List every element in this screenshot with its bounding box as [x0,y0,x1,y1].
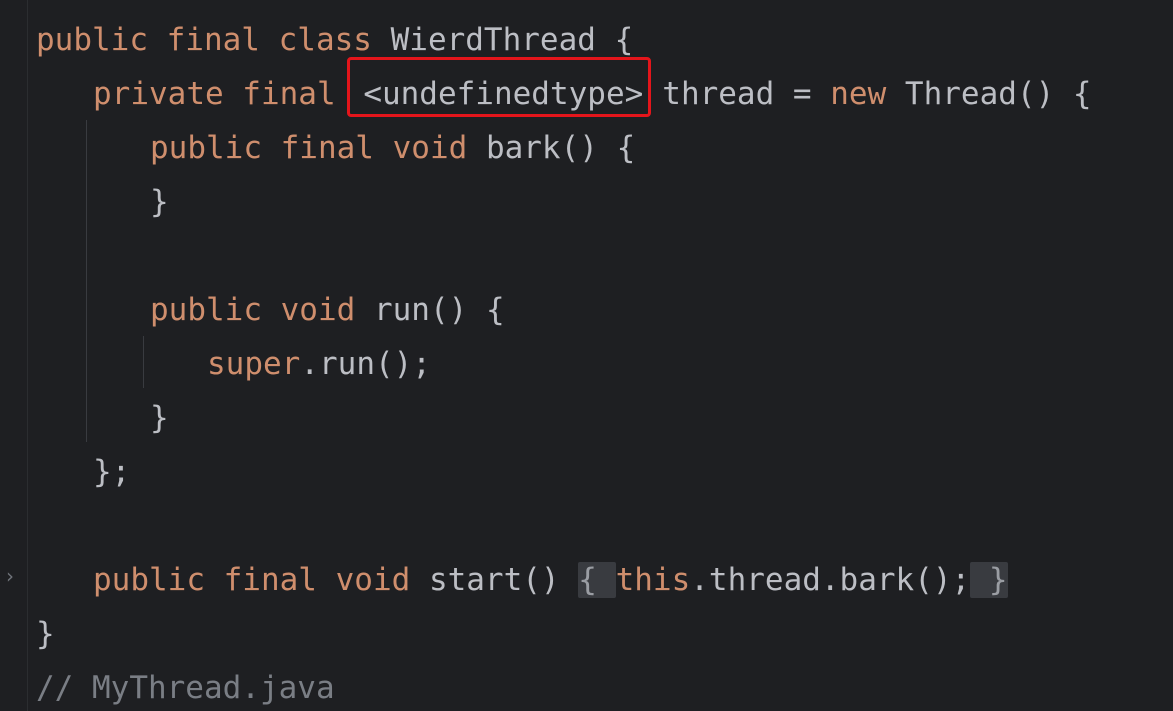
code-line[interactable]: public final class WierdThread { [36,20,633,60]
keyword: private final [93,76,336,112]
code-text: } [36,616,55,652]
keyword: this [615,562,691,598]
code-text: run() { [355,292,505,328]
code-text: .thread.bark(); [690,562,971,598]
keyword: public final void [150,130,468,166]
code-line[interactable]: }; [93,452,130,492]
code-text: start() [410,562,579,598]
code-text: .run(); [300,346,431,382]
code-line[interactable]: } [36,614,55,654]
code-line[interactable]: } [150,182,169,222]
code-editor[interactable]: › public final class WierdThread { priva… [0,0,1173,711]
code-line[interactable]: // MyThread.java [36,668,335,708]
code-text: } [150,184,169,220]
code-line[interactable]: public final void start() { this.thread.… [93,560,1008,600]
folded-block-open[interactable]: { [578,562,616,598]
code-line[interactable]: } [150,398,169,438]
editor-gutter [0,0,28,711]
code-line[interactable]: public void run() { [150,290,505,330]
keyword: super [207,346,301,382]
indent-guide [86,120,87,442]
keyword: new [830,76,887,112]
keyword: public final class [36,22,372,58]
code-text: } [150,400,169,436]
code-text: WierdThread { [371,22,634,58]
keyword: public void [150,292,356,328]
indent-guide [143,336,144,388]
code-text: }; [93,454,131,490]
code-text: thread = [662,76,831,112]
fold-arrow-icon[interactable]: › [6,562,20,590]
code-text: Thread() { [886,76,1092,112]
highlight-annotation-box [347,57,651,117]
keyword: public final void [93,562,411,598]
code-text: bark() { [467,130,636,166]
gutter-divider [27,0,28,711]
code-line[interactable]: public final void bark() { [150,128,635,168]
code-line[interactable]: super.run(); [207,344,431,384]
code-comment: // MyThread.java [36,670,335,706]
folded-block-close[interactable]: } [970,562,1008,598]
